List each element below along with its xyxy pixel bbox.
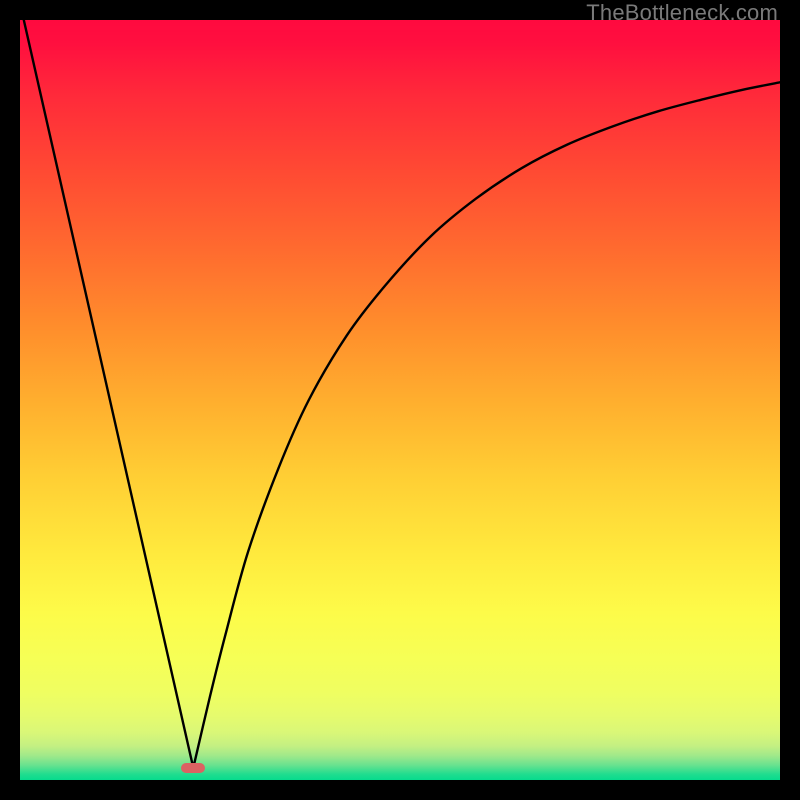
watermark-text: TheBottleneck.com bbox=[586, 0, 778, 26]
plot-area bbox=[20, 20, 780, 780]
chart-svg bbox=[20, 20, 780, 780]
chart-container: TheBottleneck.com bbox=[0, 0, 800, 800]
gradient-background bbox=[20, 20, 780, 780]
optimum-marker bbox=[181, 763, 205, 773]
